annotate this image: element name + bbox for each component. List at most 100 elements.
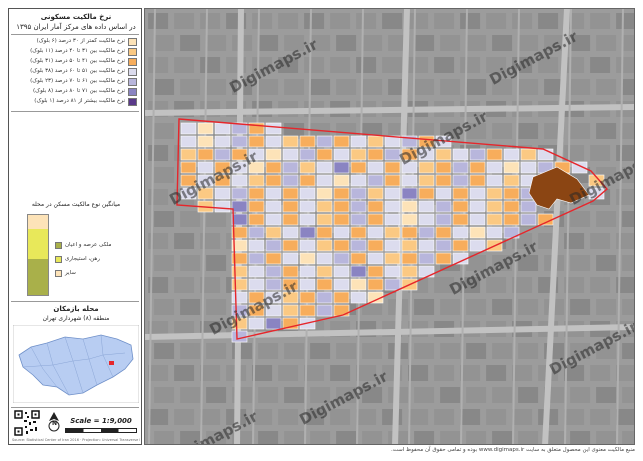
city-block[interactable] — [418, 239, 435, 252]
city-block[interactable] — [265, 174, 282, 187]
city-block[interactable] — [452, 200, 469, 213]
city-block[interactable] — [333, 213, 350, 226]
city-block[interactable] — [248, 174, 265, 187]
city-block[interactable] — [401, 187, 418, 200]
city-block[interactable] — [503, 187, 520, 200]
city-block[interactable] — [248, 317, 265, 330]
city-block[interactable] — [469, 187, 486, 200]
city-block[interactable] — [299, 291, 316, 304]
city-block[interactable] — [316, 226, 333, 239]
city-block[interactable] — [384, 278, 401, 291]
city-block[interactable] — [367, 148, 384, 161]
city-block[interactable] — [503, 148, 520, 161]
city-block[interactable] — [214, 148, 231, 161]
city-block[interactable] — [333, 161, 350, 174]
city-block[interactable] — [418, 265, 435, 278]
city-block[interactable] — [248, 252, 265, 265]
city-block[interactable] — [367, 278, 384, 291]
city-block[interactable] — [452, 226, 469, 239]
city-block[interactable] — [418, 252, 435, 265]
city-block[interactable] — [435, 187, 452, 200]
city-block[interactable] — [265, 265, 282, 278]
city-block[interactable] — [367, 252, 384, 265]
city-block[interactable] — [435, 226, 452, 239]
city-block[interactable] — [384, 174, 401, 187]
city-block[interactable] — [299, 200, 316, 213]
city-block[interactable] — [231, 187, 248, 200]
city-block[interactable] — [333, 135, 350, 148]
city-block[interactable] — [299, 265, 316, 278]
city-block[interactable] — [333, 265, 350, 278]
city-block[interactable] — [367, 174, 384, 187]
city-block[interactable] — [384, 161, 401, 174]
city-block[interactable] — [350, 278, 367, 291]
city-block[interactable] — [248, 200, 265, 213]
city-block[interactable] — [282, 161, 299, 174]
city-block[interactable] — [333, 278, 350, 291]
city-block[interactable] — [469, 174, 486, 187]
city-block[interactable] — [265, 148, 282, 161]
city-block[interactable] — [469, 226, 486, 239]
city-block[interactable] — [452, 239, 469, 252]
city-block[interactable] — [299, 174, 316, 187]
city-block[interactable] — [367, 265, 384, 278]
city-block[interactable] — [214, 135, 231, 148]
city-block[interactable] — [520, 161, 537, 174]
city-block[interactable] — [265, 226, 282, 239]
city-block[interactable] — [180, 135, 197, 148]
city-block[interactable] — [333, 252, 350, 265]
city-block[interactable] — [401, 213, 418, 226]
city-block[interactable] — [469, 148, 486, 161]
city-block[interactable] — [350, 174, 367, 187]
city-block[interactable] — [435, 161, 452, 174]
city-block[interactable] — [367, 161, 384, 174]
city-block[interactable] — [265, 252, 282, 265]
city-block[interactable] — [265, 135, 282, 148]
city-block[interactable] — [452, 187, 469, 200]
city-block[interactable] — [401, 265, 418, 278]
city-block[interactable] — [333, 239, 350, 252]
city-block[interactable] — [299, 226, 316, 239]
city-block[interactable] — [367, 135, 384, 148]
city-block[interactable] — [265, 317, 282, 330]
city-block[interactable] — [333, 148, 350, 161]
city-block[interactable] — [469, 213, 486, 226]
city-block[interactable] — [299, 161, 316, 174]
city-block[interactable] — [350, 200, 367, 213]
city-block[interactable] — [282, 135, 299, 148]
city-block[interactable] — [384, 187, 401, 200]
city-block[interactable] — [435, 174, 452, 187]
city-block[interactable] — [248, 278, 265, 291]
city-block[interactable] — [316, 200, 333, 213]
city-block[interactable] — [282, 148, 299, 161]
city-block[interactable] — [384, 265, 401, 278]
city-block[interactable] — [282, 304, 299, 317]
city-block[interactable] — [435, 200, 452, 213]
city-block[interactable] — [248, 135, 265, 148]
city-block[interactable] — [452, 148, 469, 161]
city-block[interactable] — [350, 148, 367, 161]
city-block[interactable] — [486, 187, 503, 200]
city-block[interactable] — [384, 252, 401, 265]
city-block[interactable] — [452, 213, 469, 226]
city-block[interactable] — [299, 187, 316, 200]
city-block[interactable] — [486, 226, 503, 239]
city-block[interactable] — [384, 200, 401, 213]
city-block[interactable] — [316, 291, 333, 304]
city-block[interactable] — [333, 226, 350, 239]
city-block[interactable] — [384, 226, 401, 239]
city-block[interactable] — [282, 187, 299, 200]
city-block[interactable] — [367, 213, 384, 226]
city-block[interactable] — [469, 239, 486, 252]
city-block[interactable] — [248, 226, 265, 239]
city-block[interactable] — [265, 187, 282, 200]
city-block[interactable] — [316, 304, 333, 317]
city-block[interactable] — [248, 213, 265, 226]
city-block[interactable] — [197, 148, 214, 161]
city-block[interactable] — [367, 187, 384, 200]
city-block[interactable] — [316, 213, 333, 226]
city-block[interactable] — [418, 226, 435, 239]
city-block[interactable] — [418, 174, 435, 187]
city-block[interactable] — [282, 226, 299, 239]
city-block[interactable] — [350, 161, 367, 174]
